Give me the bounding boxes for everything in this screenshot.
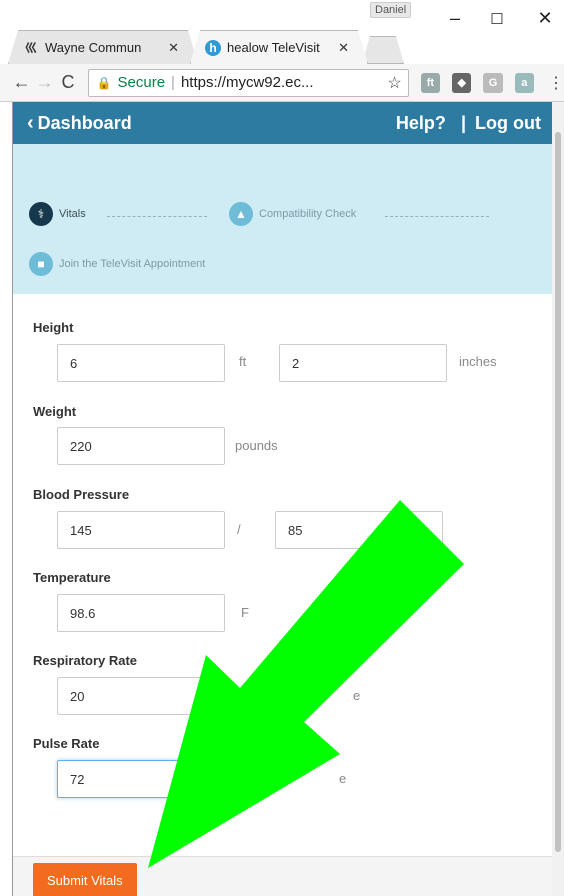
- browser-toolbar: ← → C 🔒 Secure | https://mycw92.ec... ☆ …: [0, 64, 564, 102]
- header-separator: |: [460, 112, 466, 133]
- diastolic-input[interactable]: 85: [275, 511, 443, 549]
- wayne-favicon-icon: ⼮: [24, 41, 37, 55]
- tab-wayne[interactable]: ⼮ Wayne Commun ✕: [8, 30, 198, 64]
- step-label: Join the TeleVisit Appointment: [59, 258, 206, 270]
- back-arrow-icon[interactable]: ←: [10, 72, 33, 93]
- dashboard-link[interactable]: ‹ Dashboard: [27, 112, 132, 135]
- step-vitals: ⚕ Vitals: [29, 202, 86, 226]
- page-scrollbar[interactable]: [552, 102, 564, 896]
- pulse-unit: e: [339, 771, 347, 786]
- step-compatibility: ▲ Compatibility Check: [229, 202, 356, 226]
- extension-icon[interactable]: ◆: [452, 72, 472, 93]
- address-separator: |: [171, 74, 175, 91]
- page-content: ‹ Dashboard Help? | Log out ⚕ Vitals ▲ C…: [12, 102, 552, 896]
- tab-close-icon[interactable]: ✕: [168, 40, 179, 56]
- profile-badge[interactable]: Daniel: [370, 2, 412, 18]
- help-link[interactable]: Help?: [396, 113, 446, 133]
- reload-icon[interactable]: C: [56, 72, 79, 93]
- step-label: Compatibility Check: [259, 208, 357, 220]
- url-text: https://mycw92.ec...: [180, 74, 314, 91]
- browser-titlebar: Daniel – ☐ ✕ ⼮ Wayne Commun ✕ h healow T…: [0, 0, 564, 64]
- maximize-icon[interactable]: ☐: [482, 10, 512, 28]
- tab-title: healow TeleVisit: [227, 40, 320, 55]
- respiratory-unit: e: [353, 688, 361, 703]
- weight-label: Weight: [33, 404, 77, 419]
- address-bar[interactable]: 🔒 Secure | https://mycw92.ec... ☆: [87, 68, 409, 97]
- close-window-icon[interactable]: ✕: [530, 8, 560, 29]
- pulse-rate-input[interactable]: 72: [57, 760, 225, 798]
- extension-icon[interactable]: G: [483, 72, 503, 93]
- extension-icon[interactable]: a: [514, 72, 534, 93]
- height-feet-input[interactable]: 6: [57, 344, 225, 382]
- form-footer: Submit Vitals: [13, 856, 552, 896]
- tab-title: Wayne Commun: [45, 40, 142, 55]
- weight-input[interactable]: 220: [57, 427, 225, 465]
- header-links: Help? | Log out: [392, 113, 541, 134]
- height-label: Height: [33, 320, 74, 335]
- temperature-input[interactable]: 98.6: [57, 594, 225, 632]
- temperature-label: Temperature: [33, 570, 111, 585]
- step-join: ■ Join the TeleVisit Appointment: [29, 252, 205, 276]
- pulse-rate-label: Pulse Rate: [33, 736, 100, 751]
- inches-unit: inches: [459, 354, 497, 369]
- tab-close-icon[interactable]: ✕: [338, 40, 349, 56]
- systolic-input[interactable]: 145: [57, 511, 225, 549]
- menu-dots-icon[interactable]: ⋮: [548, 73, 564, 93]
- submit-vitals-button[interactable]: Submit Vitals: [33, 863, 137, 896]
- extension-icon[interactable]: ft: [420, 72, 441, 93]
- step-label: Vitals: [59, 208, 86, 220]
- lock-icon: 🔒: [96, 75, 112, 90]
- respiratory-rate-input[interactable]: 20: [57, 677, 225, 715]
- healow-favicon-icon: h: [205, 39, 221, 56]
- progress-steps: ⚕ Vitals ▲ Compatibility Check ■ Join th…: [13, 144, 552, 294]
- forward-arrow-icon[interactable]: →: [33, 72, 56, 93]
- chevron-left-icon: ‹: [27, 111, 34, 134]
- scrollbar-thumb[interactable]: [555, 132, 561, 852]
- pounds-unit: pounds: [235, 438, 278, 453]
- bp-separator: /: [237, 522, 241, 537]
- new-tab-button[interactable]: [362, 36, 404, 64]
- fahrenheit-unit: F: [241, 605, 249, 620]
- secure-label: Secure: [117, 74, 166, 91]
- tab-healow[interactable]: h healow TeleVisit ✕: [190, 30, 368, 64]
- stethoscope-icon: ⚕: [29, 202, 53, 226]
- dashboard-label: Dashboard: [37, 112, 132, 133]
- blood-pressure-label: Blood Pressure: [33, 487, 130, 502]
- step-connector: [107, 216, 207, 217]
- image-icon: ▲: [229, 202, 253, 226]
- app-header: ‹ Dashboard Help? | Log out: [13, 102, 552, 144]
- logout-link[interactable]: Log out: [475, 113, 541, 133]
- step-connector: [385, 216, 489, 217]
- bookmark-star-icon[interactable]: ☆: [387, 73, 401, 93]
- respiratory-rate-label: Respiratory Rate: [33, 653, 138, 668]
- feet-unit: ft: [239, 354, 247, 369]
- height-inches-input[interactable]: 2: [279, 344, 447, 382]
- minimize-icon[interactable]: –: [440, 8, 470, 29]
- video-camera-icon: ■: [29, 252, 53, 276]
